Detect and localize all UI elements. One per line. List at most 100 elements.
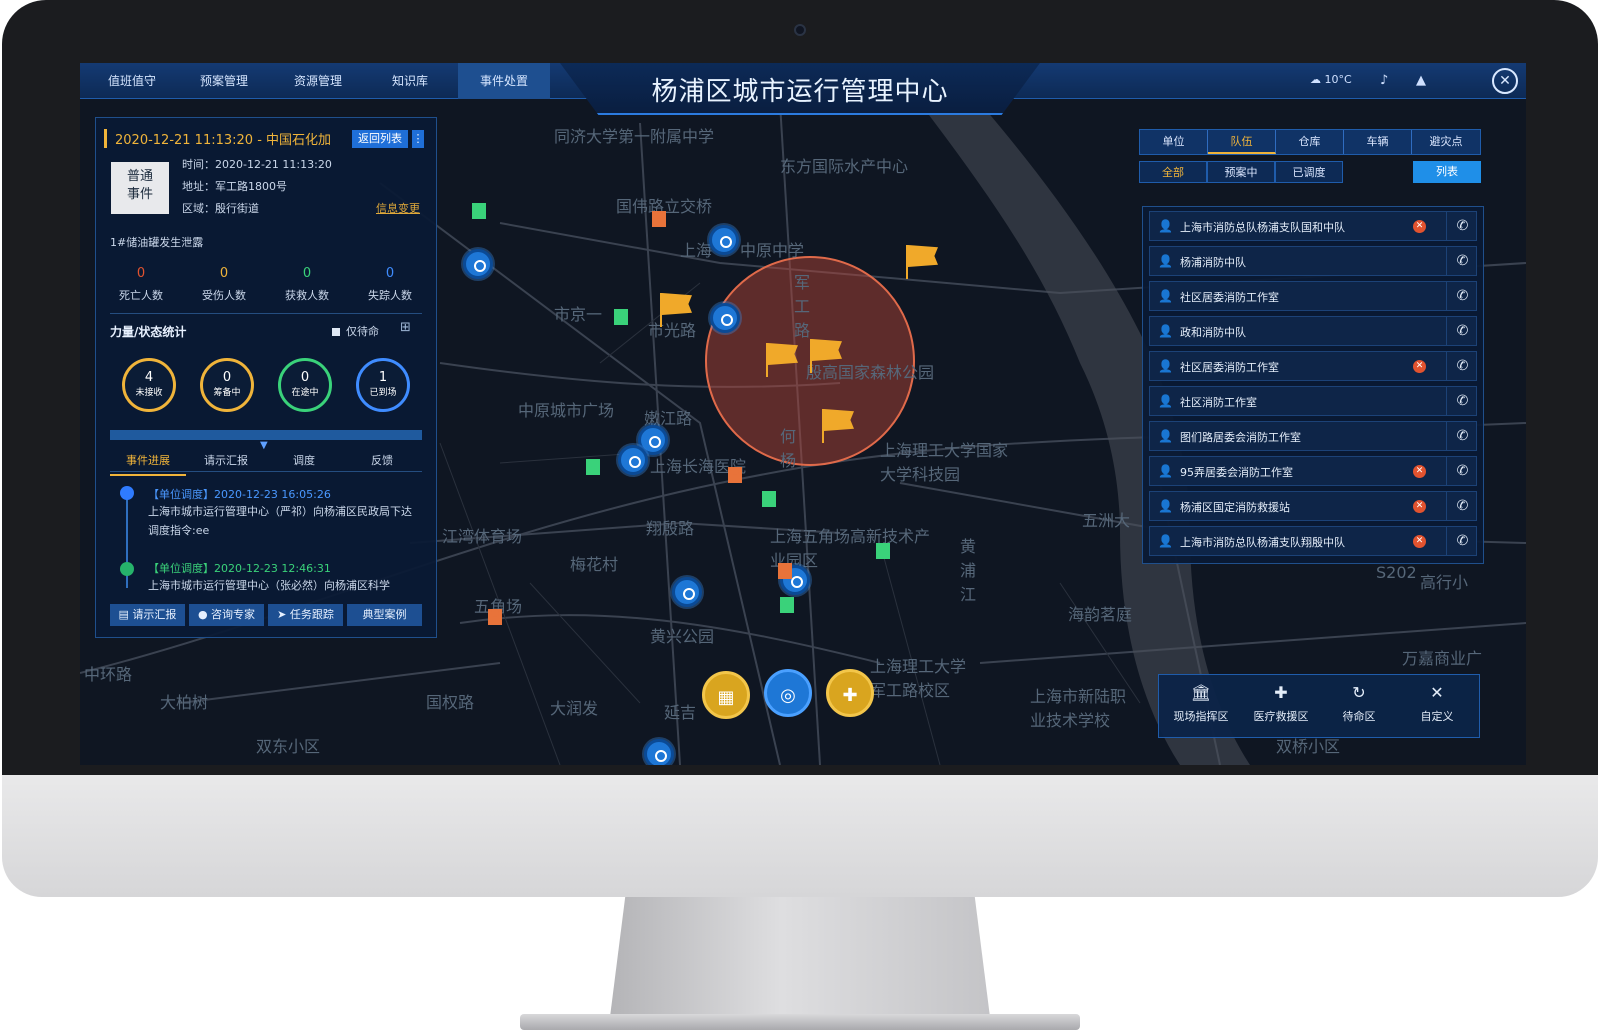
list-item[interactable]: 👤 社区居委消防工作室 ✕ ✆	[1149, 351, 1477, 381]
tab-team[interactable]: 队伍	[1208, 130, 1276, 154]
typical-case-button[interactable]: 典型案例	[347, 604, 422, 626]
phone-icon[interactable]: ✆	[1446, 387, 1478, 415]
back-to-list-button[interactable]: 返回列表	[352, 130, 408, 148]
weather-text: 10°C	[1324, 73, 1352, 86]
ring-not-received[interactable]: 4 未接收	[122, 358, 176, 412]
page-title: 杨浦区城市运行管理中心	[651, 77, 949, 107]
collapse-bar[interactable]	[110, 430, 422, 440]
responder-icon[interactable]	[586, 459, 600, 475]
personnel-icon[interactable]	[728, 467, 742, 483]
nav-duty[interactable]: 值班值守	[86, 63, 178, 99]
phone-icon[interactable]: ✆	[1446, 457, 1478, 485]
tab-unit[interactable]: 单位	[1140, 130, 1208, 154]
more-button[interactable]: ⋮	[412, 130, 424, 148]
subtab-in-plan[interactable]: 预案中	[1207, 161, 1275, 183]
building-icon[interactable]: ▦	[702, 671, 750, 719]
list-item[interactable]: 👤 图们路居委会消防工作室 ✆	[1149, 421, 1477, 451]
medical-cross-icon: ✚	[1274, 683, 1288, 702]
command-zone-button[interactable]: 🏛 现场指挥区	[1163, 683, 1239, 724]
list-item[interactable]: 👤 95弄居委会消防工作室 ✕ ✆	[1149, 456, 1477, 486]
button-label: 请示汇报	[132, 608, 177, 621]
personnel-icon[interactable]	[778, 563, 792, 579]
tab-vehicle[interactable]: 车辆	[1344, 130, 1412, 154]
responder-icon[interactable]	[472, 203, 486, 219]
incident-panel: 2020-12-21 11:13:20 - 中国石化加 返回列表 ⋮ 普通 事件…	[95, 117, 437, 638]
nav-incident[interactable]: 事件处置	[458, 63, 550, 99]
location-pin-icon[interactable]	[463, 249, 493, 279]
responder-icon[interactable]	[762, 491, 776, 507]
shirt-icon[interactable]: ▲	[1416, 73, 1426, 88]
info-change-link[interactable]: 信息变更	[376, 200, 420, 216]
responder-icon[interactable]	[614, 309, 628, 325]
list-view-button[interactable]: 列表	[1413, 161, 1481, 183]
location-pin-icon[interactable]	[710, 303, 740, 333]
timeline-text: 上海市城市运行管理中心（张必然）向杨浦区科学	[148, 579, 390, 592]
personnel-icon[interactable]	[652, 211, 666, 227]
incident-flag-icon[interactable]	[662, 293, 692, 315]
phone-icon[interactable]: ✆	[1446, 527, 1478, 555]
location-pin-icon[interactable]	[644, 739, 674, 765]
incident-flag-icon[interactable]	[768, 343, 798, 365]
monitor-stand	[610, 897, 990, 1017]
list-item[interactable]: 👤 杨浦消防中队 ✆	[1149, 246, 1477, 276]
phone-icon[interactable]: ✆	[1446, 352, 1478, 380]
incident-flag-icon[interactable]	[908, 245, 938, 267]
target-icon[interactable]: ◎	[764, 669, 812, 717]
consult-expert-button[interactable]: ● 咨询专家	[189, 604, 264, 626]
user-icon: 👤	[1158, 394, 1173, 408]
map-label: 黄兴公园	[650, 627, 715, 646]
responder-icon[interactable]	[876, 543, 890, 559]
nav-plan[interactable]: 预案管理	[178, 63, 270, 99]
tab-shelter[interactable]: 避灾点	[1412, 130, 1480, 154]
map-label: 江湾体育场	[442, 527, 523, 546]
list-item[interactable]: 👤 杨浦区国定消防救援站 ✕ ✆	[1149, 491, 1477, 521]
phone-icon[interactable]: ✆	[1446, 282, 1478, 310]
map-label: 上海五角场高新技术产业园区	[770, 527, 931, 570]
close-icon[interactable]: ✕	[1492, 68, 1518, 94]
timeline-head: 【单位调度】2020-12-23 12:46:31	[148, 562, 331, 575]
ring-arrived[interactable]: 1 已到场	[356, 358, 410, 412]
bell-icon[interactable]: ♪	[1380, 73, 1388, 88]
custom-zone-button[interactable]: ✕ 自定义	[1399, 683, 1475, 724]
map-label: 同济大学第一附属中学	[554, 127, 715, 146]
medical-zone-button[interactable]: ✚ 医疗救援区	[1243, 683, 1319, 724]
map-label: 五洲大	[1082, 511, 1131, 530]
list-item[interactable]: 👤 社区消防工作室 ✆	[1149, 386, 1477, 416]
ring-preparing[interactable]: 0 筹备中	[200, 358, 254, 412]
task-tracking-button[interactable]: ➤ 任务跟踪	[268, 604, 343, 626]
map-label: 中原中学	[740, 241, 805, 260]
tab-warehouse[interactable]: 仓库	[1276, 130, 1344, 154]
responder-icon[interactable]	[780, 597, 794, 613]
list-item[interactable]: 👤 政和消防中队 ✆	[1149, 316, 1477, 346]
phone-icon[interactable]: ✆	[1446, 247, 1478, 275]
grid-icon[interactable]: ⊞	[400, 320, 411, 335]
plus-icon[interactable]: ✚	[826, 669, 874, 717]
list-item[interactable]: 👤 社区居委消防工作室 ✆	[1149, 281, 1477, 311]
standby-zone-button[interactable]: ↻ 待命区	[1321, 683, 1397, 724]
report-button[interactable]: ▤ 请示汇报	[110, 604, 185, 626]
subtab-dispatched[interactable]: 已调度	[1275, 161, 1343, 183]
chevron-down-icon[interactable]: ▼	[260, 440, 268, 451]
phone-icon[interactable]: ✆	[1446, 212, 1478, 240]
list-item[interactable]: 👤 上海市消防总队杨浦支队国和中队 ✕ ✆	[1149, 211, 1477, 241]
ring-en-route[interactable]: 0 在途中	[278, 358, 332, 412]
location-pin-icon[interactable]	[618, 445, 648, 475]
nav-resource[interactable]: 资源管理	[272, 63, 364, 99]
standby-only-checkbox[interactable]: 仅待命	[332, 323, 379, 339]
ring-value: 0	[300, 370, 310, 385]
nav-knowledge[interactable]: 知识库	[364, 63, 456, 99]
phone-icon[interactable]: ✆	[1446, 422, 1478, 450]
phone-icon[interactable]: ✆	[1446, 492, 1478, 520]
incident-flag-icon[interactable]	[824, 409, 854, 431]
map-label: 上海理工大学军工路校区	[870, 657, 967, 700]
user-icon: 👤	[1158, 254, 1173, 268]
location-pin-icon[interactable]	[672, 577, 702, 607]
subtab-all[interactable]: 全部	[1139, 161, 1207, 183]
personnel-icon[interactable]	[488, 609, 502, 625]
list-item[interactable]: 👤 上海市消防总队杨浦支队翔殷中队 ✕ ✆	[1149, 526, 1477, 556]
user-icon: 👤	[1158, 429, 1173, 443]
phone-icon[interactable]: ✆	[1446, 317, 1478, 345]
tab-progress[interactable]: 事件进展	[110, 452, 186, 476]
location-pin-icon[interactable]	[709, 225, 739, 255]
incident-flag-icon[interactable]	[812, 339, 842, 361]
